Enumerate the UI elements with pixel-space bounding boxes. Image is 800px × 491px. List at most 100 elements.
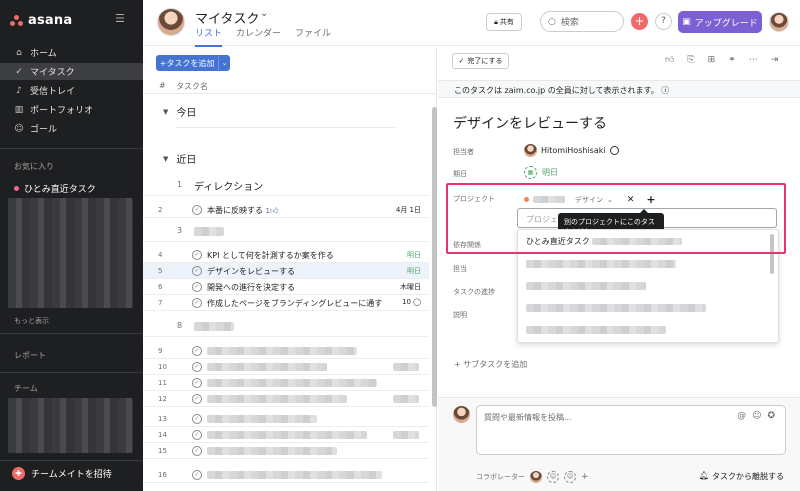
check-circle-icon[interactable]: ✓ <box>192 346 202 356</box>
sidebar-item-home[interactable]: ⌂ ホーム <box>0 44 143 61</box>
table-row[interactable]: 6 ✓ 開発への進行を決定する 木曜日 <box>143 279 429 295</box>
dropdown-item[interactable] <box>526 282 646 290</box>
check-circle-icon[interactable]: ✓ <box>192 446 202 456</box>
check-circle-icon[interactable]: ✓ <box>192 298 202 308</box>
person-icon: ☺ <box>14 123 24 134</box>
section-soon[interactable]: ▼ 近日 <box>163 151 196 167</box>
row-number: 5 <box>158 267 163 275</box>
mention-icon[interactable]: @ <box>737 411 746 421</box>
table-row[interactable]: 11 ✓ <box>143 375 429 391</box>
mark-complete-button[interactable]: ✓ 完了にする <box>452 53 509 69</box>
due-date: 木曜日 <box>400 283 421 291</box>
table-row[interactable]: 15 ✓ <box>143 443 429 459</box>
star-icon[interactable]: ✪ <box>767 411 775 421</box>
add-task-button[interactable]: + タスクを追加 <box>156 55 218 71</box>
collapse-sidebar-icon[interactable]: ☰ <box>115 13 129 24</box>
check-circle-icon[interactable]: ✓ <box>192 378 202 388</box>
question-icon[interactable]: ⓘ <box>661 86 669 95</box>
task-group[interactable]: 1 ディレクション <box>143 174 429 196</box>
chevron-down-icon[interactable]: ⌄ <box>260 8 268 19</box>
check-circle-icon[interactable]: ✓ <box>192 362 202 372</box>
favorite-item-label: ひとみ直近タスク <box>24 185 96 195</box>
user-avatar[interactable] <box>769 12 789 32</box>
invite-teammates-button[interactable]: ✚ チームメイトを招待 <box>12 467 112 480</box>
blurred-text <box>207 447 337 455</box>
reports-title[interactable]: レポート <box>14 350 46 361</box>
help-button[interactable]: ? <box>655 13 672 30</box>
check-circle-icon[interactable]: ✓ <box>192 282 202 292</box>
check-circle-icon[interactable]: ✓ <box>192 266 202 276</box>
add-collaborator-icon[interactable]: ☺ <box>564 471 576 483</box>
quick-add-button[interactable]: + <box>631 13 648 30</box>
dropdown-item[interactable] <box>526 304 706 312</box>
teams-title[interactable]: チーム <box>14 383 38 394</box>
row-number: 16 <box>158 471 167 479</box>
due-date-field[interactable]: ▦ 明日 <box>524 166 558 179</box>
table-row[interactable]: 10 ✓ <box>143 359 429 375</box>
emoji-icon[interactable]: ☺ <box>752 411 761 421</box>
show-more-link[interactable]: もっと表示 <box>14 316 49 326</box>
table-row[interactable]: 12 ✓ <box>143 391 429 407</box>
asana-logo[interactable]: asana <box>10 13 72 28</box>
row-number: 12 <box>158 395 167 403</box>
avatar[interactable] <box>530 471 542 483</box>
table-row[interactable]: 13 ✓ <box>143 411 429 427</box>
table-row[interactable]: 7 ✓ 作成したページをブランディングレビューに通す 10 ◯ <box>143 295 429 311</box>
add-task-label: タスクを追加 <box>166 58 215 68</box>
comment-tools: @ ☺ ✪ <box>737 411 775 421</box>
col-task-name[interactable]: タスク名 <box>176 81 208 92</box>
sidebar-item-portfolios[interactable]: ▥ ポートフォリオ <box>0 101 143 118</box>
sidebar-item-my-tasks[interactable]: ✓ マイタスク <box>0 63 143 80</box>
plus-icon[interactable]: + <box>581 472 589 482</box>
link-icon[interactable]: ⚭ <box>728 55 736 65</box>
check-circle-icon[interactable]: ✓ <box>192 394 202 404</box>
task-title[interactable]: デザインをレビューする <box>453 113 607 133</box>
tab-calendar[interactable]: カレンダー <box>236 26 281 47</box>
check-circle-icon[interactable]: ✓ <box>192 414 202 424</box>
add-subtask-button[interactable]: + サブタスクを追加 <box>454 359 527 370</box>
sidebar-item-goals[interactable]: ☺ ゴール <box>0 120 143 137</box>
dropdown-item[interactable] <box>526 326 666 334</box>
add-task-dropdown-icon[interactable]: ⌄ <box>218 55 230 71</box>
share-button[interactable]: 🔒︎ 共有 <box>486 13 522 31</box>
check-circle-icon[interactable]: ✓ <box>192 250 202 260</box>
table-row[interactable]: 2 ✓ 本番に反映する 1👍︎ 4月 1日 <box>143 202 429 218</box>
collaborators-label: コラボレーター <box>476 473 525 481</box>
check-circle-icon[interactable]: ✓ <box>192 430 202 440</box>
task-group[interactable]: 3 <box>143 220 429 242</box>
search-input[interactable]: ○ 検索 <box>540 11 624 32</box>
leave-task-button[interactable]: 🔔︎ タスクから離脱する <box>699 471 784 482</box>
check-circle-icon[interactable]: ✓ <box>192 205 202 215</box>
caret-down-icon: ▼ <box>163 154 169 163</box>
favorite-item[interactable]: ひとみ直近タスク <box>14 182 96 195</box>
dropdown-item[interactable] <box>526 260 676 268</box>
upgrade-label: アップグレード <box>694 18 758 29</box>
row-number: 13 <box>158 415 167 423</box>
remove-assignee-icon[interactable] <box>609 146 619 155</box>
close-pane-icon[interactable]: ⇥ <box>771 55 779 65</box>
table-row[interactable]: 4 ✓ KPI として何を計測するか案を作る 明日 <box>143 247 429 263</box>
list-scrollbar[interactable] <box>432 107 437 407</box>
blurred-date <box>393 395 419 403</box>
blurred-text <box>207 471 382 479</box>
collaborators-row: コラボレーター ☺ ☺ + <box>476 471 589 483</box>
assignee-field[interactable]: HitomiHoshisaki <box>524 144 619 157</box>
section-today[interactable]: ▼ 今日 <box>163 104 196 120</box>
upgrade-button[interactable]: ▣ アップグレード <box>678 11 762 33</box>
task-group[interactable]: 8 <box>143 315 429 337</box>
comment-input[interactable]: 質問や最新情報を投稿... @ ☺ ✪ <box>476 405 786 455</box>
add-collaborator-icon[interactable]: ☺ <box>547 471 559 483</box>
subtask-icon[interactable]: ⊞ <box>708 55 716 65</box>
notice-text: このタスクは zaim.co.jp の全員に対して表示されます。 <box>454 86 659 95</box>
attach-icon[interactable]: ⎘ <box>687 55 694 65</box>
table-row-selected[interactable]: 5 ✓ デザインをレビューする 明日 <box>143 263 429 279</box>
tab-files[interactable]: ファイル <box>295 26 331 47</box>
check-circle-icon[interactable]: ✓ <box>192 470 202 480</box>
more-icon[interactable]: ⋯ <box>749 55 758 65</box>
table-row[interactable]: 14 ✓ <box>143 427 429 443</box>
table-row[interactable]: 9 ✓ <box>143 343 429 359</box>
like-icon[interactable]: 👍︎ <box>665 55 674 65</box>
tab-list[interactable]: リスト <box>195 26 223 47</box>
sidebar-item-inbox[interactable]: ♪ 受信トレイ <box>0 82 143 99</box>
table-row[interactable]: 16 ✓ <box>143 467 429 483</box>
